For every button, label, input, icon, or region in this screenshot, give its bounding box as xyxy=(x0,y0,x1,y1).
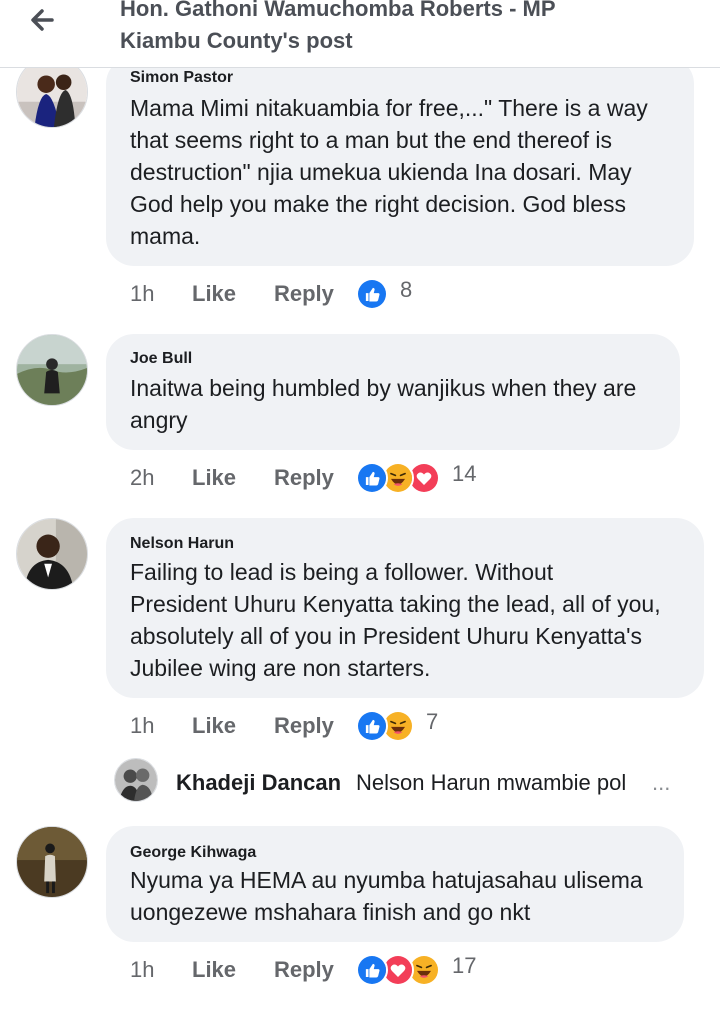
comment-bubble[interactable]: Nelson Harun Failing to lead is being a … xyxy=(106,518,704,698)
comment-line: destruction" njia umekua ukienda Ina dos… xyxy=(130,159,632,185)
comment-line: that seems right to a man but the end th… xyxy=(130,127,613,153)
reaction-count: 14 xyxy=(452,461,477,486)
reply-snippet: Nelson Harun mwambie pol xyxy=(356,770,627,795)
avatar[interactable] xyxy=(114,758,158,802)
comment-line: Jubilee wing are non starters. xyxy=(130,655,431,681)
avatar[interactable] xyxy=(16,826,88,898)
comment-text: Nyuma ya HEMA au nyumba hatujasahau ulis… xyxy=(130,864,680,928)
post-title-line2: Kiambu County's post xyxy=(120,28,353,53)
like-button[interactable]: Like xyxy=(192,953,236,987)
comment-author[interactable]: George Kihwaga xyxy=(130,844,256,862)
comment-timestamp[interactable]: 1h xyxy=(130,709,154,743)
reply-button[interactable]: Reply xyxy=(274,461,334,495)
comment-actions: 1h Like Reply 8 xyxy=(130,277,690,311)
comment-actions: 1h Like Reply 17 xyxy=(130,953,690,987)
comment-text: Mama Mimi nitakuambia for free,..." Ther… xyxy=(130,92,690,252)
like-reaction-icon xyxy=(356,954,388,986)
comment-author[interactable]: Nelson Harun xyxy=(130,535,234,553)
comment-line: President Uhuru Kenyatta taking the lead… xyxy=(130,591,661,617)
comment-timestamp[interactable]: 1h xyxy=(130,953,154,987)
like-reaction-icon xyxy=(356,462,388,494)
comment-line: God help you make the right decision. Go… xyxy=(130,191,627,217)
comment-actions: 2h Like Reply 14 xyxy=(130,461,690,495)
like-button[interactable]: Like xyxy=(192,709,236,743)
like-reaction-icon xyxy=(356,710,388,742)
post-header: Hon. Gathoni Wamuchomba Roberts - MP Kia… xyxy=(0,0,720,68)
comment-line: Nyuma ya HEMA au nyumba hatujasahau ulis… xyxy=(130,867,643,893)
comment-line: Failing to lead is being a follower. Wit… xyxy=(130,559,554,585)
comment-line: uongezewe mshahara finish and go nkt xyxy=(130,899,531,925)
post-title: Hon. Gathoni Wamuchomba Roberts - MP Kia… xyxy=(120,0,680,57)
comment-text: Failing to lead is being a follower. Wit… xyxy=(130,556,700,684)
reply-button[interactable]: Reply xyxy=(274,953,334,987)
comment-line: mama. xyxy=(130,223,201,249)
avatar[interactable] xyxy=(16,334,88,406)
comment-line: Inaitwa being humbled by wanjikus when t… xyxy=(130,375,637,401)
comment-line: angry xyxy=(130,407,188,433)
like-button[interactable]: Like xyxy=(192,461,236,495)
comment-bubble[interactable]: Joe Bull Inaitwa being humbled by wanjik… xyxy=(106,334,680,450)
comment-timestamp[interactable]: 1h xyxy=(130,277,154,311)
comment-text: Inaitwa being humbled by wanjikus when t… xyxy=(130,372,670,436)
reply-preview[interactable]: Khadeji Dancan Nelson Harun mwambie pol … xyxy=(0,756,720,806)
comment-actions: 1h Like Reply 7 xyxy=(130,709,690,743)
back-button[interactable] xyxy=(24,2,64,38)
comment-line: Mama Mimi nitakuambia for free,..." Ther… xyxy=(130,95,648,121)
comment-bubble[interactable]: Simon Pastor Mama Mimi nitakuambia for f… xyxy=(106,56,694,266)
comment-timestamp[interactable]: 2h xyxy=(130,461,154,495)
comment-author[interactable]: Joe Bull xyxy=(130,350,192,368)
comment-line: absolutely all of you in President Uhuru… xyxy=(130,623,642,649)
comment-author[interactable]: Simon Pastor xyxy=(130,69,233,87)
like-reaction-icon xyxy=(356,278,388,310)
post-title-line1: Hon. Gathoni Wamuchomba Roberts - MP xyxy=(120,0,556,21)
reaction-count: 17 xyxy=(452,953,477,978)
reply-ellipsis: ... xyxy=(652,770,671,795)
reply-author[interactable]: Khadeji Dancan xyxy=(176,770,341,796)
reply-button[interactable]: Reply xyxy=(274,277,334,311)
comment-bubble[interactable]: George Kihwaga Nyuma ya HEMA au nyumba h… xyxy=(106,826,684,942)
like-button[interactable]: Like xyxy=(192,277,236,311)
arrow-left-icon xyxy=(31,9,54,31)
avatar[interactable] xyxy=(16,518,88,590)
reply-button[interactable]: Reply xyxy=(274,709,334,743)
reaction-count: 7 xyxy=(426,709,439,734)
reaction-count: 8 xyxy=(400,277,413,302)
